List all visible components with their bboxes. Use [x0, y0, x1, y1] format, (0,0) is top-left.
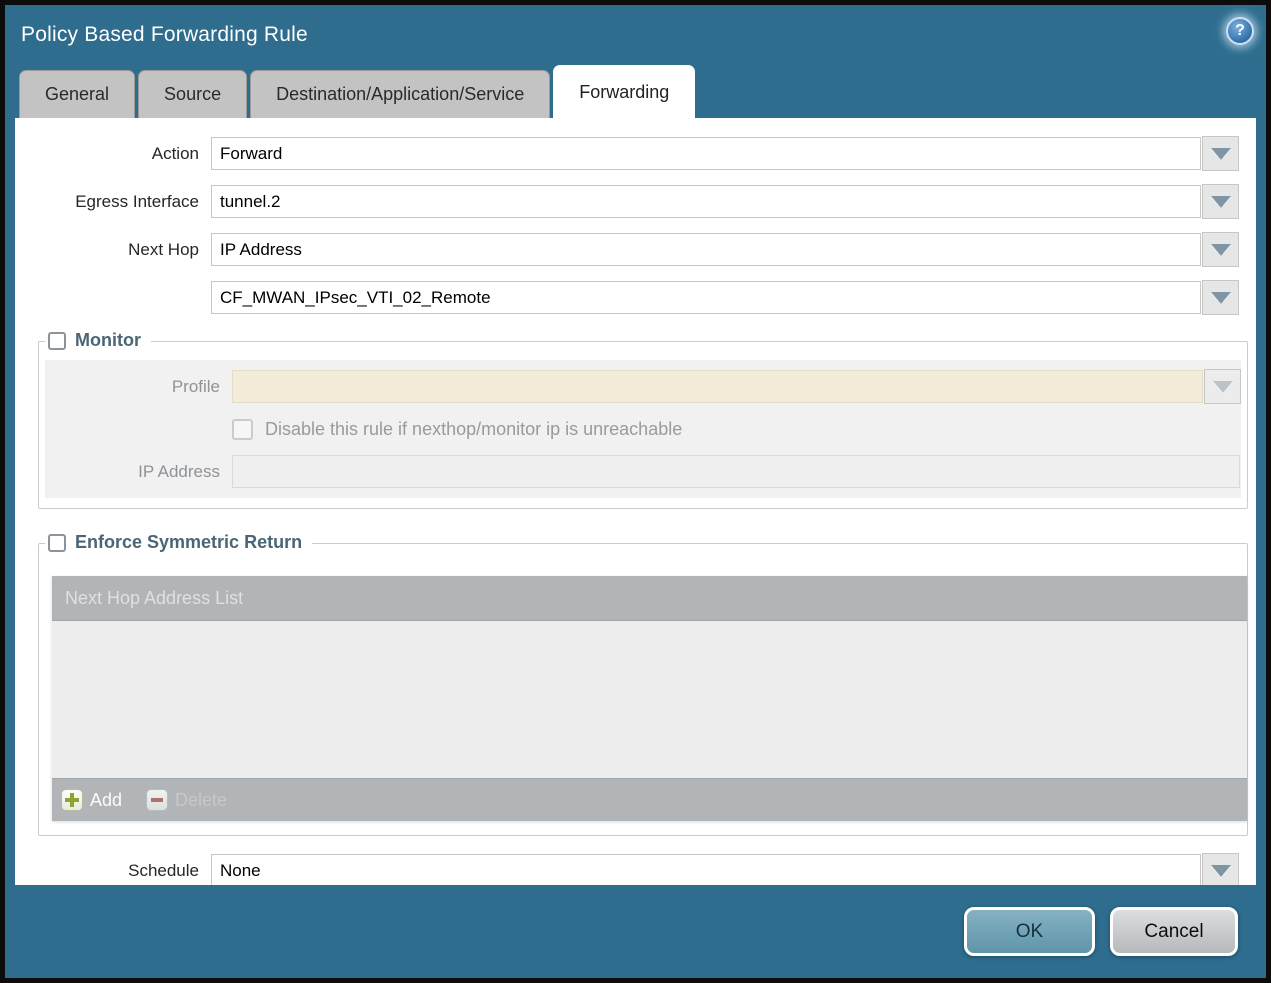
enforce-symmetric-return-title: Enforce Symmetric Return	[75, 532, 302, 553]
egress-interface-dropdown-button[interactable]	[1202, 184, 1239, 219]
action-label: Action	[15, 144, 211, 164]
next-hop-address-list-toolbar: Add Delete	[52, 778, 1247, 821]
tab-destination-application-service[interactable]: Destination/Application/Service	[250, 70, 550, 118]
dialog-titlebar: Policy Based Forwarding Rule ?	[5, 5, 1266, 65]
tab-source[interactable]: Source	[138, 70, 247, 118]
profile-label: Profile	[45, 377, 232, 397]
schedule-row: Schedule None	[15, 853, 1256, 885]
monitor-legend: Monitor	[45, 330, 151, 351]
egress-interface-field[interactable]: tunnel.2	[211, 185, 1201, 218]
enforce-symmetric-return-checkbox[interactable]	[48, 534, 66, 552]
next-hop-address-field[interactable]: CF_MWAN_IPsec_VTI_02_Remote	[211, 281, 1201, 314]
policy-based-forwarding-rule-dialog: Policy Based Forwarding Rule ? General S…	[0, 0, 1271, 983]
help-icon[interactable]: ?	[1226, 17, 1254, 45]
egress-interface-label: Egress Interface	[15, 192, 211, 212]
next-hop-address-row: CF_MWAN_IPsec_VTI_02_Remote	[15, 280, 1256, 315]
add-button-label: Add	[90, 790, 122, 811]
monitor-panel: Profile Disable this rule if nexthop/mon…	[45, 360, 1241, 498]
tab-general[interactable]: General	[19, 70, 135, 118]
add-button[interactable]: Add	[61, 789, 122, 811]
monitor-title: Monitor	[75, 330, 141, 351]
ok-button[interactable]: OK	[964, 907, 1095, 956]
next-hop-address-list-table: Next Hop Address List Add Delete	[52, 576, 1247, 821]
plus-icon	[61, 789, 83, 811]
next-hop-type-dropdown-button[interactable]	[1202, 232, 1239, 267]
schedule-dropdown-button[interactable]	[1202, 853, 1239, 885]
monitor-ip-address-label: IP Address	[45, 462, 232, 482]
tab-bar: General Source Destination/Application/S…	[5, 65, 1266, 118]
monitor-checkbox[interactable]	[48, 332, 66, 350]
schedule-field[interactable]: None	[211, 854, 1201, 885]
next-hop-address-list-body[interactable]	[52, 621, 1247, 778]
monitor-ip-address-row: IP Address	[45, 455, 1241, 488]
enforce-symmetric-return-legend: Enforce Symmetric Return	[45, 532, 312, 553]
schedule-label: Schedule	[15, 861, 211, 881]
action-field[interactable]: Forward	[211, 137, 1201, 170]
disable-rule-label: Disable this rule if nexthop/monitor ip …	[265, 419, 682, 440]
profile-row: Profile	[45, 369, 1241, 404]
egress-interface-row: Egress Interface tunnel.2	[15, 184, 1256, 219]
profile-dropdown-button	[1204, 369, 1241, 404]
chevron-down-icon	[1211, 865, 1231, 877]
chevron-down-icon	[1211, 244, 1231, 256]
next-hop-type-field[interactable]: IP Address	[211, 233, 1201, 266]
dialog-footer: OK Cancel	[5, 885, 1266, 978]
chevron-down-icon	[1213, 381, 1233, 393]
next-hop-address-list-header: Next Hop Address List	[52, 576, 1247, 621]
disable-rule-row: Disable this rule if nexthop/monitor ip …	[232, 419, 1241, 440]
chevron-down-icon	[1211, 292, 1231, 304]
action-row: Action Forward	[15, 136, 1256, 171]
enforce-symmetric-return-group: Enforce Symmetric Return Next Hop Addres…	[38, 543, 1248, 836]
tab-forwarding[interactable]: Forwarding	[553, 65, 695, 118]
next-hop-label: Next Hop	[15, 240, 211, 260]
action-dropdown-button[interactable]	[1202, 136, 1239, 171]
delete-button: Delete	[146, 789, 227, 811]
dialog-title: Policy Based Forwarding Rule	[21, 23, 308, 47]
profile-field	[232, 370, 1203, 403]
chevron-down-icon	[1211, 196, 1231, 208]
next-hop-row: Next Hop IP Address	[15, 232, 1256, 267]
monitor-ip-address-field	[232, 455, 1240, 488]
next-hop-address-dropdown-button[interactable]	[1202, 280, 1239, 315]
chevron-down-icon	[1211, 148, 1231, 160]
monitor-group: Monitor Profile Disable this rule if nex…	[38, 341, 1248, 509]
cancel-button[interactable]: Cancel	[1110, 907, 1238, 956]
minus-icon	[146, 789, 168, 811]
delete-button-label: Delete	[175, 790, 227, 811]
forwarding-tab-content: Action Forward Egress Interface tunnel.2…	[15, 118, 1256, 885]
disable-rule-checkbox	[232, 419, 253, 440]
